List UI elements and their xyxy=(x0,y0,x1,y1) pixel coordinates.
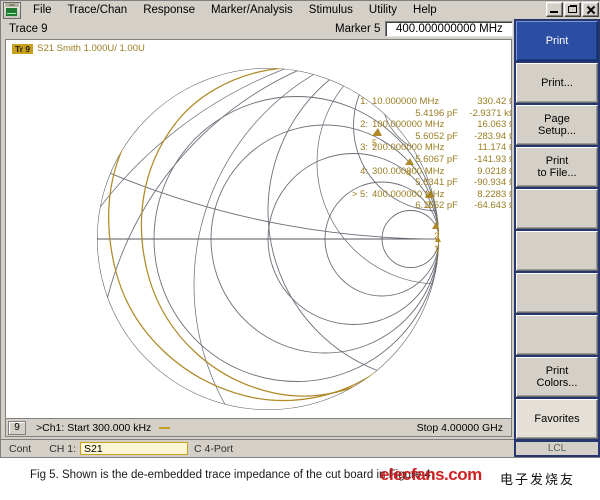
table-row: 4: 300.000000 MHz 9.0218 Ω xyxy=(342,166,512,178)
restore-button[interactable] xyxy=(564,2,581,17)
softkey-panel: Print Print... Page Setup... Print to Fi… xyxy=(514,19,600,457)
softkey-lcl-indicator: LCL xyxy=(516,442,598,455)
softkey-label: Print... xyxy=(541,77,573,90)
softkey-print[interactable]: Print... xyxy=(516,63,598,103)
menu-trace-chan[interactable]: Trace/Chan xyxy=(60,3,136,18)
marker-capacitance: 5.6052 pF xyxy=(372,131,458,143)
app-root: PNA File Trace/Chan Response Marker/Anal… xyxy=(0,0,600,500)
toolbar-row: Trace 9 Marker 5 400.000000000 MHz xyxy=(1,19,600,39)
table-row: 3: 200.000000 MHz 11.174 Ω xyxy=(342,142,512,154)
menu-stimulus[interactable]: Stimulus xyxy=(301,3,361,18)
table-row: > 5: 400.000000 MHz 8.2283 Ω xyxy=(342,189,512,201)
marker-num-2: 2 xyxy=(434,231,439,241)
menu-marker-analysis[interactable]: Marker/Analysis xyxy=(203,3,301,18)
marker-reactance: -2.9371 kΩ xyxy=(458,108,512,120)
marker-index-active: > 5: xyxy=(342,189,372,201)
watermark-cn: 电子发烧友 xyxy=(500,469,575,488)
minimize-button[interactable] xyxy=(546,2,563,17)
marker-resistance: 9.0218 Ω xyxy=(458,166,512,178)
figure-caption: Fig 5. Shown is the de-embedded trace im… xyxy=(30,469,434,481)
marker-frequency-input[interactable]: 400.000000000 MHz xyxy=(385,21,513,37)
marker-frequency: 300.000000 MHz xyxy=(372,166,458,178)
menu-response[interactable]: Response xyxy=(135,3,203,18)
marker-index-spacer xyxy=(342,177,372,189)
status-bar: Cont CH 1: S21 C 4-Port LCL xyxy=(1,439,600,457)
softkey-empty-4[interactable] xyxy=(516,315,598,355)
stimulus-bar: 9 >Ch1: Start 300.000 kHz Stop 4.00000 G… xyxy=(5,419,512,437)
channel-number-badge[interactable]: 9 xyxy=(8,421,26,435)
pna-main-window: PNA File Trace/Chan Response Marker/Anal… xyxy=(0,0,600,458)
marker-index-spacer xyxy=(342,131,372,143)
marker-resistance: 11.174 Ω xyxy=(458,142,512,154)
marker-resistance: 8.2283 Ω xyxy=(458,189,512,201)
table-row: 6.1552 pF -64.643 Ω xyxy=(342,200,512,212)
softkey-empty-1[interactable] xyxy=(516,189,598,229)
marker-capacitance: 6.1552 pF xyxy=(372,200,458,212)
table-row: 5.6067 pF -141.93 Ω xyxy=(342,154,512,166)
window-controls xyxy=(546,2,599,17)
menu-utility[interactable]: Utility xyxy=(361,3,405,18)
softkey-label: Page Setup... xyxy=(538,113,576,138)
cal-state-status[interactable]: C 4-Port xyxy=(194,443,233,455)
trace-color-swatch xyxy=(159,427,170,429)
softkey-print-colors[interactable]: Print Colors... xyxy=(516,357,598,397)
marker-index-spacer xyxy=(342,154,372,166)
sweep-start-label[interactable]: >Ch1: Start 300.000 kHz xyxy=(36,422,170,434)
marker-capacitance: 5.6067 pF xyxy=(372,154,458,166)
table-row: 5.6052 pF -283.94 Ω xyxy=(342,131,512,143)
marker-num-1: 1 xyxy=(434,244,439,254)
parameter-status-field[interactable]: S21 xyxy=(80,442,188,455)
pna-app-icon[interactable]: PNA xyxy=(3,2,21,19)
table-row: 1: 10.000000 MHz 330.42 Ω xyxy=(342,96,512,108)
smith-chart-panel[interactable]: Tr 9 S21 Smith 1.000U/ 1.00U xyxy=(5,39,512,419)
marker-frequency: 10.000000 MHz xyxy=(372,96,458,108)
marker-capacitance: 5.8341 pF xyxy=(372,177,458,189)
softkey-label: Print to File... xyxy=(537,155,576,180)
sweep-mode-status[interactable]: Cont xyxy=(9,443,31,455)
softkey-favorites[interactable]: Favorites xyxy=(516,399,598,439)
watermark-site: elecfans.com xyxy=(380,465,482,485)
marker-index: 3: xyxy=(342,142,372,154)
marker-label: Marker 5 xyxy=(335,23,380,35)
marker-entry-group: Marker 5 400.000000000 MHz xyxy=(335,21,525,37)
marker-index-spacer xyxy=(342,108,372,120)
marker-index: 4: xyxy=(342,166,372,178)
menu-file[interactable]: File xyxy=(25,3,60,18)
marker-index: 2: xyxy=(342,119,372,131)
marker-frequency: 100.000000 MHz xyxy=(372,119,458,131)
figure-caption-area: Fig 5. Shown is the de-embedded trace im… xyxy=(0,460,600,500)
softkey-label: Print xyxy=(546,35,569,48)
marker-frequency: 400.000000 MHz xyxy=(372,189,458,201)
table-row: 2: 100.000000 MHz 16.063 Ω xyxy=(342,119,512,131)
marker-reactance: -90.934 Ω xyxy=(458,177,512,189)
marker-index: 1: xyxy=(342,96,372,108)
table-row: 5.4196 pF -2.9371 kΩ xyxy=(342,108,512,120)
marker-resistance: 16.063 Ω xyxy=(458,119,512,131)
active-trace-label: Trace 9 xyxy=(9,23,48,35)
marker-readout-table: 1: 10.000000 MHz 330.42 Ω 5.4196 pF -2.9… xyxy=(342,96,512,212)
marker-reactance: -64.643 Ω xyxy=(458,200,512,212)
marker-frequency: 200.000000 MHz xyxy=(372,142,458,154)
marker-index-spacer xyxy=(342,200,372,212)
softkey-label: Favorites xyxy=(534,413,579,426)
table-row: 5.8341 pF -90.934 Ω xyxy=(342,177,512,189)
menu-help[interactable]: Help xyxy=(405,3,445,18)
close-button[interactable] xyxy=(582,2,599,17)
softkey-empty-3[interactable] xyxy=(516,273,598,313)
marker-reactance: -141.93 Ω xyxy=(458,154,512,166)
softkey-empty-2[interactable] xyxy=(516,231,598,271)
softkey-page-setup[interactable]: Page Setup... xyxy=(516,105,598,145)
sweep-start-text: >Ch1: Start 300.000 kHz xyxy=(36,422,151,434)
softkey-print-title[interactable]: Print xyxy=(516,21,598,61)
channel-status[interactable]: CH 1: xyxy=(49,443,76,455)
softkey-print-to-file[interactable]: Print to File... xyxy=(516,147,598,187)
sweep-stop-label[interactable]: Stop 4.00000 GHz xyxy=(417,422,503,434)
menu-bar: PNA File Trace/Chan Response Marker/Anal… xyxy=(1,1,600,19)
marker-reactance: -283.94 Ω xyxy=(458,131,512,143)
softkey-label: Print Colors... xyxy=(537,365,578,390)
marker-resistance: 330.42 Ω xyxy=(458,96,512,108)
marker-capacitance: 5.4196 pF xyxy=(372,108,458,120)
